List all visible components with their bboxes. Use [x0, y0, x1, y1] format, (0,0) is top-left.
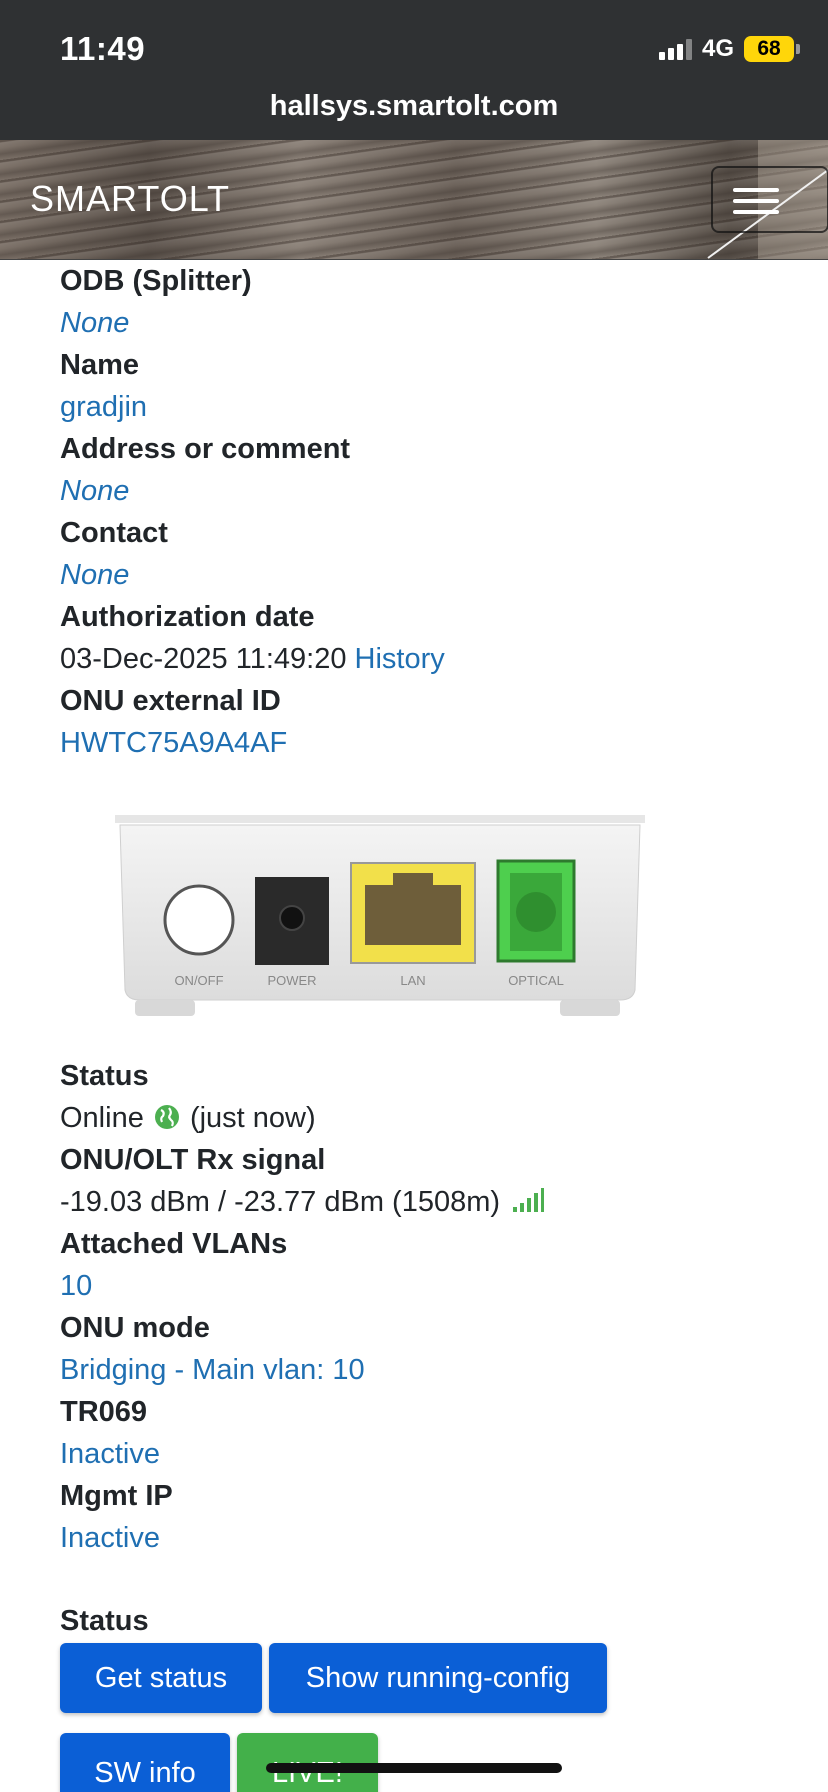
status-time: 11:49: [60, 30, 146, 67]
cellular-signal-icon: [658, 38, 692, 60]
signal-row: -19.03 dBm / -23.77 dBm (1508m): [60, 1181, 800, 1223]
actions-heading: Status: [60, 1605, 149, 1637]
mgmt-ip-value[interactable]: Inactive: [60, 1517, 800, 1559]
show-running-config-button[interactable]: Show running-config: [269, 1643, 607, 1713]
onu-details-top: ODB (Splitter) None Name gradjin Address…: [60, 260, 800, 764]
onu-mode-label: ONU mode: [60, 1312, 210, 1344]
home-indicator[interactable]: [266, 1763, 562, 1773]
onu-mode-value[interactable]: Bridging - Main vlan: 10: [60, 1349, 800, 1391]
signal-label: ONU/OLT Rx signal: [60, 1144, 326, 1176]
signal-strength-icon: [513, 1188, 545, 1212]
hamburger-icon: [733, 188, 779, 192]
port-label-optical: OPTICAL: [508, 973, 564, 988]
status-indicators: 4G 68: [658, 34, 800, 64]
tr069-label: TR069: [60, 1396, 148, 1428]
battery-level: 68: [757, 37, 781, 60]
name-label: Name: [60, 349, 139, 381]
name-value[interactable]: gradjin: [60, 386, 800, 428]
port-label-power: POWER: [267, 973, 316, 988]
vlans-label: Attached VLANs: [60, 1228, 288, 1260]
get-status-button[interactable]: Get status: [60, 1643, 262, 1713]
hamburger-icon-line: [733, 199, 779, 203]
status-row: Online (just now): [60, 1097, 800, 1139]
vlans-value[interactable]: 10: [60, 1265, 800, 1307]
sw-info-button[interactable]: SW info: [60, 1733, 230, 1792]
status-time: (just now): [189, 1102, 316, 1134]
status-value: Online: [60, 1102, 144, 1134]
port-label-onoff: ON/OFF: [174, 973, 223, 988]
address-bar[interactable]: hallsys.smartolt.com: [0, 90, 828, 123]
mgmt-ip-label: Mgmt IP: [60, 1480, 173, 1512]
odb-label: ODB (Splitter): [60, 265, 252, 297]
onu-device-image: ON/OFF POWER LAN OPTICAL: [115, 815, 645, 1016]
status-label: Status: [60, 1060, 149, 1092]
authorization-date-value: 03-Dec-2025 11:49:20: [60, 643, 347, 675]
battery-icon: 68: [744, 36, 800, 62]
signal-value: -19.03 dBm / -23.77 dBm (1508m): [60, 1186, 501, 1218]
address-value[interactable]: None: [60, 470, 800, 512]
tr069-value[interactable]: Inactive: [60, 1433, 800, 1475]
authorization-date-label: Authorization date: [60, 601, 315, 633]
globe-icon: [154, 1105, 179, 1129]
authorization-date-row: 03-Dec-2025 11:49:20 History: [60, 638, 800, 680]
external-id-value[interactable]: HWTC75A9A4AF: [60, 722, 800, 764]
brand-logo[interactable]: SMARTOLT: [30, 178, 230, 220]
address-label: Address or comment: [60, 433, 351, 465]
network-type: 4G: [701, 35, 734, 62]
odb-value[interactable]: None: [60, 302, 800, 344]
contact-label: Contact: [60, 517, 168, 549]
onu-details-bottom: Status Online (just now) ONU/OLT Rx sign…: [60, 1055, 800, 1559]
hamburger-icon-line: [733, 210, 779, 214]
navbar: SMARTOLT: [0, 140, 828, 260]
ios-status-bar: 11:49 4G 68 hallsys.smartolt.com: [0, 0, 828, 140]
history-link[interactable]: History: [355, 643, 445, 675]
external-id-label: ONU external ID: [60, 685, 281, 717]
contact-value[interactable]: None: [60, 554, 800, 596]
menu-toggle-button[interactable]: [711, 166, 828, 233]
port-label-lan: LAN: [400, 973, 425, 988]
